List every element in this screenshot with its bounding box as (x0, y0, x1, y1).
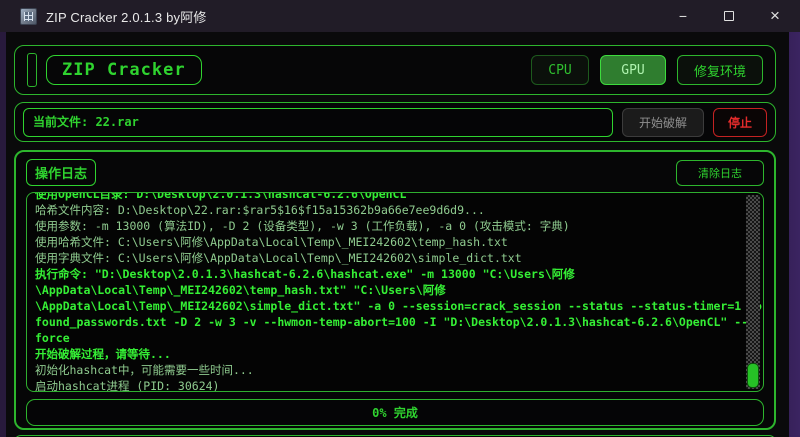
log-scrollbar[interactable] (746, 195, 760, 389)
start-crack-button[interactable]: 开始破解 (622, 108, 704, 137)
maximize-button[interactable] (706, 0, 752, 32)
current-file-field[interactable]: 当前文件: 22.rar (23, 108, 613, 137)
log-line: \AppData\Local\Temp\_MEI242602\temp_hash… (35, 282, 741, 298)
close-icon: × (770, 6, 780, 26)
log-line: 使用哈希文件: C:\Users\阿修\AppData\Local\Temp\_… (35, 234, 741, 250)
log-line: \AppData\Local\Temp\_MEI242602\simple_di… (35, 298, 741, 314)
close-button[interactable]: × (752, 0, 798, 32)
log-title: 操作日志 (26, 159, 96, 186)
logo-bar-icon (27, 53, 37, 87)
log-line: 使用字典文件: C:\Users\阿修\AppData\Local\Temp\_… (35, 250, 741, 266)
log-panel: 操作日志 清除日志 使用OpenCL目录: D:\Desktop\2.0.1.3… (14, 150, 776, 430)
minimize-icon: − (679, 8, 687, 24)
log-scrollbar-thumb[interactable] (747, 363, 759, 388)
maximize-icon (724, 11, 734, 21)
main-content: ZIP Cracker CPU GPU 修复环境 当前文件: 22.rar 开始… (0, 32, 800, 437)
app-icon (20, 8, 37, 25)
log-lines: 使用OpenCL目录: D:\Desktop\2.0.1.3\hashcat-6… (35, 192, 741, 392)
header-panel: ZIP Cracker CPU GPU 修复环境 (14, 45, 776, 95)
app-logo: ZIP Cracker (46, 55, 202, 85)
log-line: 使用参数: -m 13000 (算法ID), -D 2 (设备类型), -w 3… (35, 218, 741, 234)
app-window: ZIP Cracker 2.0.1.3 by阿修 − × ZIP Cracker… (0, 0, 800, 437)
log-line: 启动hashcat进程 (PID: 30624) (35, 378, 741, 392)
minimize-button[interactable]: − (660, 0, 706, 32)
repair-environment-button[interactable]: 修复环境 (677, 55, 763, 85)
log-line: 开始破解过程，请等待... (35, 346, 741, 362)
log-output-area[interactable]: 使用OpenCL目录: D:\Desktop\2.0.1.3\hashcat-6… (26, 192, 764, 392)
titlebar: ZIP Cracker 2.0.1.3 by阿修 − × (0, 0, 800, 32)
log-line: force (35, 330, 741, 346)
clear-log-button[interactable]: 清除日志 (676, 160, 764, 186)
stop-button[interactable]: 停止 (713, 108, 767, 137)
log-line: found_passwords.txt -D 2 -w 3 -v --hwmon… (35, 314, 741, 330)
window-title: ZIP Cracker 2.0.1.3 by阿修 (46, 7, 207, 26)
log-line: 初始化hashcat中，可能需要一些时间... (35, 362, 741, 378)
log-line: 执行命令: "D:\Desktop\2.0.1.3\hashcat-6.2.6\… (35, 266, 741, 282)
log-line: 使用OpenCL目录: D:\Desktop\2.0.1.3\hashcat-6… (35, 192, 741, 202)
gpu-mode-button[interactable]: GPU (600, 55, 666, 85)
cpu-mode-button[interactable]: CPU (531, 55, 589, 85)
current-file-panel: 当前文件: 22.rar 开始破解 停止 (14, 102, 776, 142)
progress-bar: 0% 完成 (26, 399, 764, 426)
log-line: 哈希文件内容: D:\Desktop\22.rar:$rar5$16$f15a1… (35, 202, 741, 218)
log-header: 操作日志 清除日志 (26, 159, 764, 186)
